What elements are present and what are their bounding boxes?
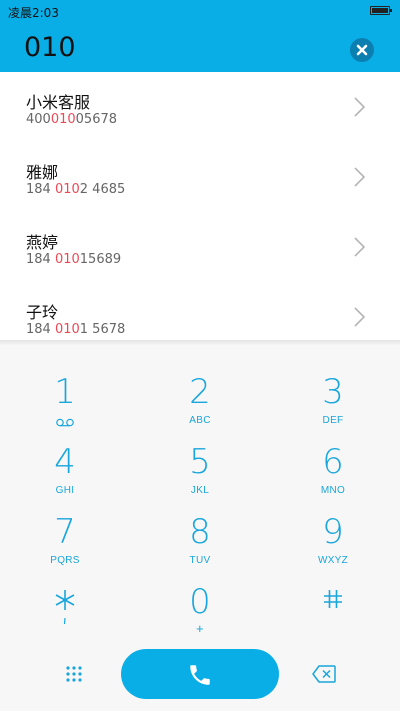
asterisk-icon [55,590,75,610]
status-time: 凌晨2:03 [8,6,59,20]
key-digit: 4 [54,442,76,482]
key-6[interactable]: 6 MNO [273,440,393,506]
contact-name: 燕婷 [26,233,59,252]
key-9[interactable]: 9 WXYZ [273,510,393,576]
contact-results-list: 小米客服 40001005678 雅娜 184 0102 4685 燕婷 184… [0,72,400,340]
key-letters: TUV [189,555,211,566]
number-prefix: 184 [26,322,55,337]
number-prefix: 184 [26,252,55,267]
key-letters: GHI [55,485,75,496]
number-suffix: 15689 [79,252,122,267]
number-match: 010 [54,182,80,197]
hash-icon [324,590,342,608]
contact-name: 子玲 [26,303,59,322]
clear-button[interactable] [350,38,374,62]
key-digit: 1 [54,372,76,412]
key-letters: ABC [189,415,211,426]
key-digit: 0 [189,582,211,622]
number-suffix: 1 5678 [79,322,126,337]
contact-row[interactable]: 小米客服 40001005678 [0,72,400,142]
contact-number: 40001005678 [26,112,117,127]
phone-icon [190,665,210,685]
key-letters: MNO [320,485,346,496]
key-letters: DEF [322,415,344,426]
chevron-right-icon[interactable] [352,96,366,118]
contact-name: 雅娜 [26,163,59,182]
contact-row[interactable]: 子玲 184 0101 5678 [0,282,400,340]
dialpad: 1 2 ABC 3 DEF 4 GHI 5 JKL 6 MNO 7 PQRS 8… [0,345,400,711]
call-button[interactable] [121,649,279,699]
key-digit: 6 [322,442,344,482]
number-prefix: 184 [26,182,55,197]
contact-number: 184 0102 4685 [26,182,125,197]
key-digit: 7 [54,512,76,552]
key-0[interactable]: 0 + [140,580,260,646]
contact-number: 184 0101 5678 [26,322,125,337]
number-match: 010 [54,322,80,337]
number-match: 010 [50,112,76,127]
key-letters: JKL [190,485,210,496]
key-3[interactable]: 3 DEF [273,370,393,436]
number-suffix: 2 4685 [79,182,126,197]
backspace-button[interactable] [311,663,337,685]
key-digit: 8 [189,512,211,552]
contact-number: 184 01015689 [26,252,121,267]
dialpad-toggle-button[interactable] [62,663,86,687]
battery-icon [370,6,392,15]
key-7[interactable]: 7 PQRS [5,510,125,576]
key-hash[interactable] [273,580,393,646]
dialed-number-field[interactable]: 010 [24,32,76,63]
chevron-right-icon[interactable] [352,306,366,328]
contact-row[interactable]: 燕婷 184 01015689 [0,212,400,282]
chevron-right-icon[interactable] [352,236,366,258]
key-1[interactable]: 1 [5,370,125,436]
key-5[interactable]: 5 JKL [140,440,260,506]
number-suffix: 05678 [75,112,118,127]
contact-row[interactable]: 雅娜 184 0102 4685 [0,142,400,212]
comma-icon [63,618,66,624]
number-match: 010 [54,252,80,267]
key-digit: 2 [189,372,211,412]
key-digit: 5 [189,442,211,482]
key-star[interactable] [5,580,125,646]
key-letters: + [196,621,204,636]
status-bar: 凌晨2:03 [0,0,400,22]
key-2[interactable]: 2 ABC [140,370,260,436]
backspace-icon [312,665,336,683]
key-4[interactable]: 4 GHI [5,440,125,506]
voicemail-icon [56,418,74,427]
key-letters: WXYZ [317,555,349,566]
clear-icon [356,44,368,56]
contact-name: 小米客服 [26,93,91,112]
dialpad-grid-icon [66,666,82,682]
dialed-number-bar: 010 [0,22,400,72]
key-digit: 9 [322,512,344,552]
key-8[interactable]: 8 TUV [140,510,260,576]
number-prefix: 400 [26,112,51,127]
key-letters: PQRS [50,555,80,566]
key-digit: 3 [322,372,344,412]
chevron-right-icon[interactable] [352,166,366,188]
